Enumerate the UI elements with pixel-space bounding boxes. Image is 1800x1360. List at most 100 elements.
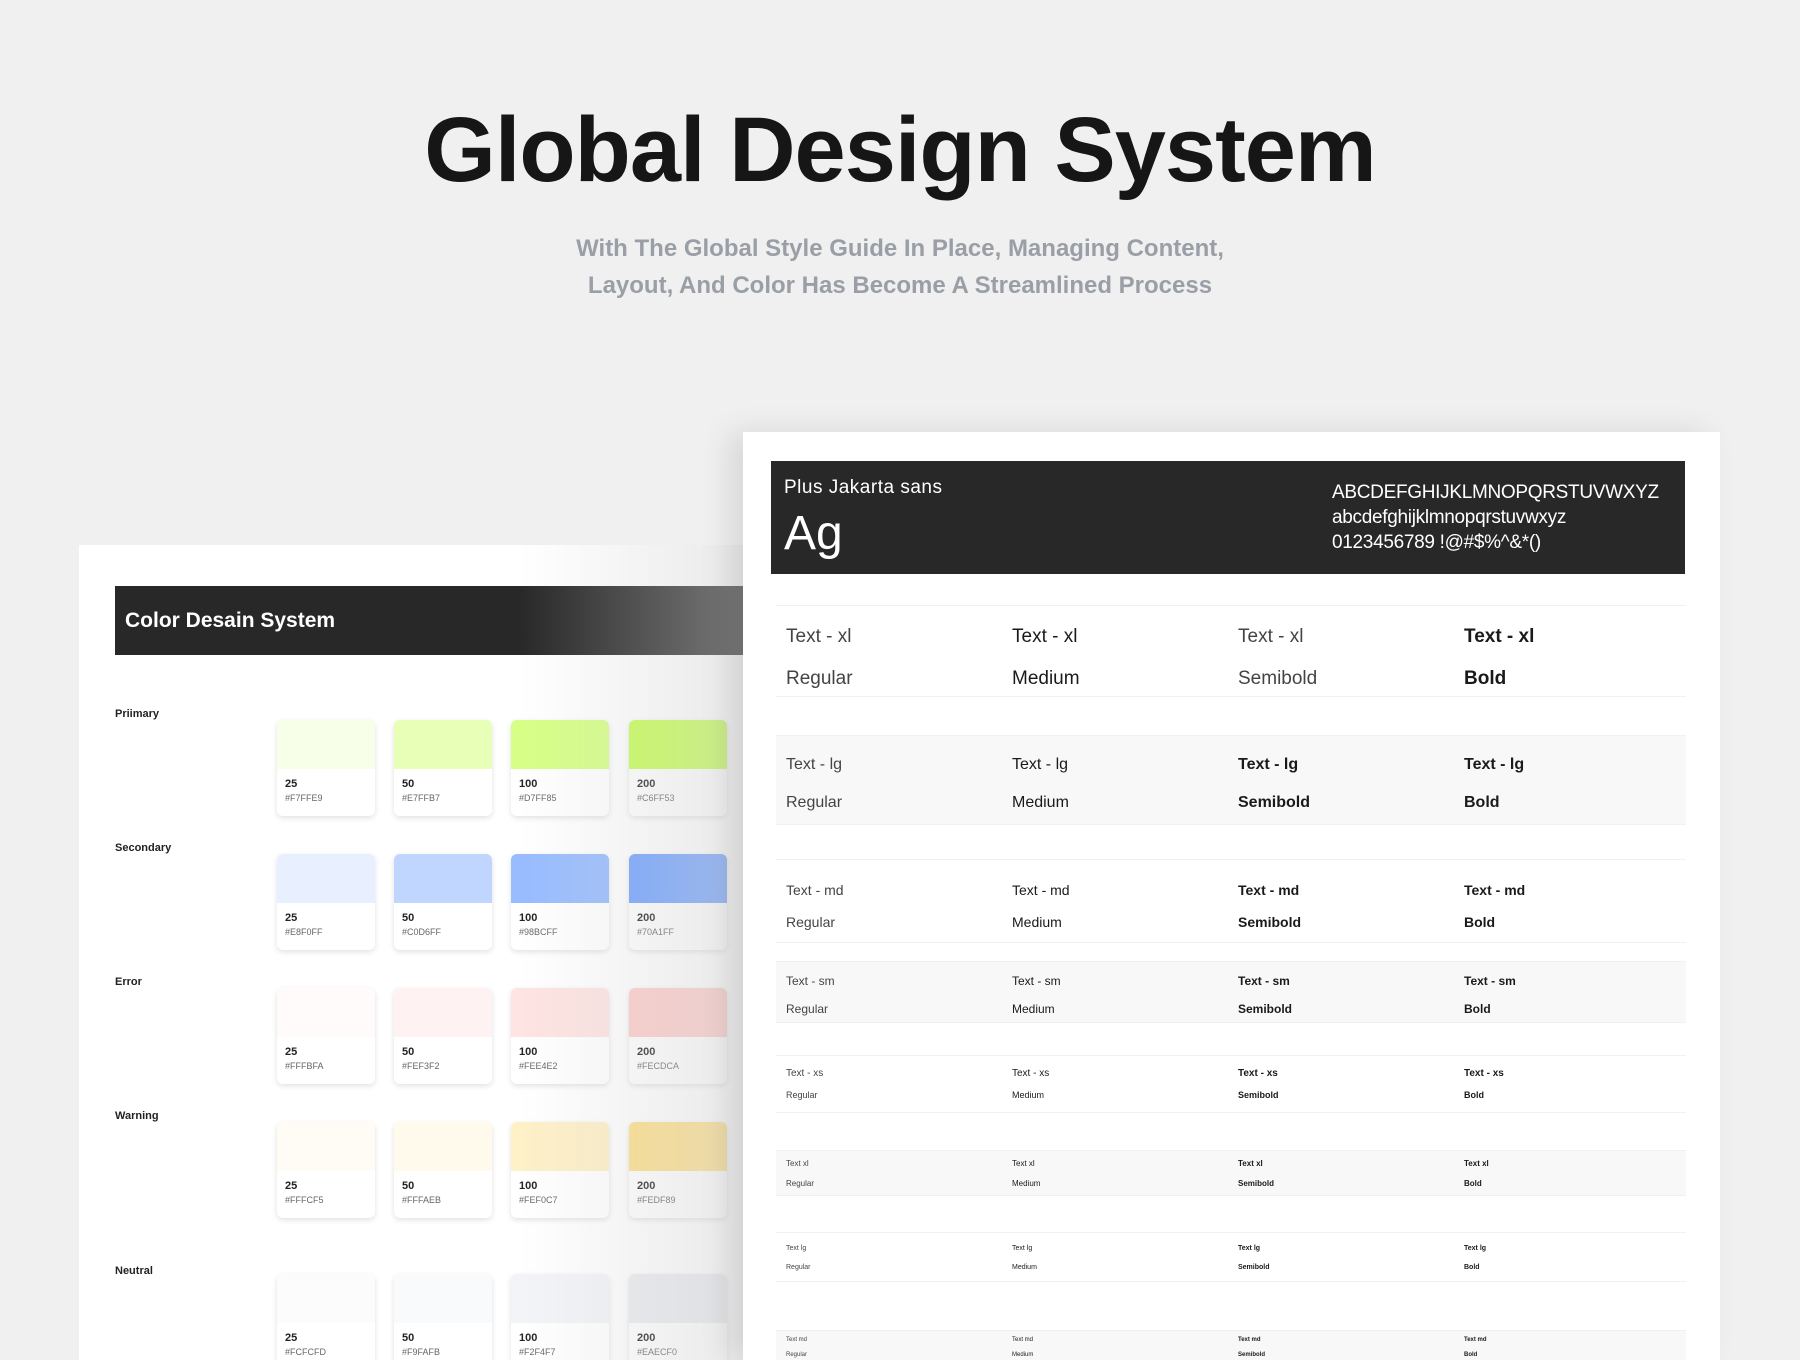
type-scale-label: Text md	[1012, 1337, 1034, 1343]
type-scale-weight: Regular	[786, 1090, 818, 1100]
color-swatch-number: 25	[285, 1046, 298, 1058]
font-header: Plus Jakarta sans Ag ABCDEFGHIJKLMNOPQRS…	[771, 461, 1685, 574]
color-swatch[interactable]: 100 #98BCFF	[511, 854, 609, 950]
color-swatch-hex: #F9FAFB	[402, 1347, 441, 1357]
color-swatch[interactable]: 50 #FFFAEB	[394, 1122, 492, 1218]
color-swatch[interactable]: 200 #70A1FF	[629, 854, 727, 950]
type-scale-weight: Bold	[1464, 914, 1496, 930]
type-scale-weight: Medium	[1012, 914, 1062, 930]
type-scale-row: Text - xs Regular Text - xs Medium Text - xs…	[776, 1055, 1686, 1113]
type-scale-weight: Medium	[1012, 1352, 1034, 1358]
type-scale-weight: Semibold	[1238, 668, 1318, 689]
type-scale-label: Text lg	[1012, 1245, 1033, 1252]
color-swatch-chip	[277, 1274, 375, 1323]
color-swatch-chip	[511, 988, 609, 1037]
color-swatch-hex: #EAECF0	[637, 1347, 678, 1357]
type-scale-label: Text md	[1464, 1337, 1487, 1343]
type-scale-label: Text xl	[1012, 1159, 1035, 1168]
color-swatch[interactable]: 50 #FEF3F2	[394, 988, 492, 1084]
hero-subtitle-line-2: Layout, And Color Has Become A Streamlin…	[587, 272, 1213, 299]
color-swatch-hex: #FEF0C7	[519, 1195, 558, 1205]
hero-title: Global Design System	[424, 99, 1376, 201]
type-scale-label: Text xl	[1464, 1159, 1489, 1168]
color-swatch-chip	[277, 1122, 375, 1171]
color-swatch-hex: #FEDF89	[637, 1195, 676, 1205]
type-scale-label: Text - md	[1464, 882, 1526, 898]
color-swatch-chip	[511, 1122, 609, 1171]
color-swatch[interactable]: 50 #C0D6FF	[394, 854, 492, 950]
color-swatch-chip	[277, 720, 375, 769]
type-scale-row: Text lg Regular Text lg Medium Text lg Semibo…	[776, 1232, 1686, 1282]
color-swatch-number: 200	[637, 1046, 656, 1058]
type-scale-label: Text - lg	[1238, 756, 1299, 773]
type-scale-row: Text - lg Regular Text - lg Medium Text - lg…	[776, 735, 1686, 825]
color-swatch-number: 200	[637, 1180, 656, 1192]
color-swatch[interactable]: 200 #EAECF0	[629, 1274, 727, 1360]
type-scale-label: Text md	[1238, 1337, 1261, 1343]
type-scale-weight: Medium	[1012, 1090, 1045, 1100]
color-swatch[interactable]: 25 #F7FFE9	[277, 720, 375, 816]
color-swatch-chip	[394, 854, 492, 903]
font-name: Plus Jakarta sans	[784, 477, 943, 498]
color-swatch-number: 25	[285, 778, 298, 790]
color-swatch[interactable]: 100 #D7FF85	[511, 720, 609, 816]
color-group-label: Neutral	[115, 1265, 153, 1277]
color-swatch-chip	[629, 1122, 727, 1171]
type-scale-weight: Semibold	[1238, 1179, 1275, 1188]
color-swatch-chip	[629, 1274, 727, 1323]
color-swatch-chip	[394, 988, 492, 1037]
color-swatch-hex: #D7FF85	[519, 793, 557, 803]
font-charset-lowercase: abcdefghijklmnopqrstuvwxyz	[1332, 507, 1567, 528]
color-swatch[interactable]: 25 #E8F0FF	[277, 854, 375, 950]
type-scale-label: Text - xs	[1238, 1068, 1278, 1079]
color-swatch-hex: #E7FFB7	[402, 793, 441, 803]
type-scale-weight: Semibold	[1238, 1352, 1266, 1358]
color-swatch[interactable]: 100 #FEF0C7	[511, 1122, 609, 1218]
color-group-label: Warning	[115, 1110, 159, 1122]
type-scale-row: Text - md Regular Text - md Medium Text - md…	[776, 859, 1686, 943]
color-swatch-hex: #FECDCA	[637, 1061, 680, 1071]
type-scale-weight: Regular	[786, 1264, 811, 1271]
color-swatch-chip	[394, 720, 492, 769]
type-scale-weight: Semibold	[1238, 1002, 1293, 1016]
color-swatch-number: 50	[402, 1332, 415, 1344]
type-scale-label: Text xl	[1238, 1159, 1263, 1168]
color-swatch-chip	[277, 988, 375, 1037]
color-swatch-number: 25	[285, 912, 298, 924]
type-scale-label: Text - xl	[1464, 626, 1535, 647]
color-swatch-number: 100	[519, 1332, 538, 1344]
hero-subtitle-line-1: With The Global Style Guide In Place, Ma…	[576, 235, 1224, 262]
color-swatch[interactable]: 200 #FECDCA	[629, 988, 727, 1084]
color-swatch-number: 200	[637, 912, 656, 924]
hero-subtitle: With The Global Style Guide In Place, Ma…	[0, 230, 1800, 304]
color-swatch[interactable]: 25 #FFFBFA	[277, 988, 375, 1084]
type-scale-weight: Medium	[1012, 794, 1069, 811]
panel-fade-overlay	[519, 545, 779, 1360]
color-swatch[interactable]: 50 #F9FAFB	[394, 1274, 492, 1360]
type-scale-weight: Bold	[1464, 1352, 1478, 1358]
type-scale-row: Text - xl Regular Text - xl Medium Text - xl…	[776, 605, 1686, 697]
color-swatch-chip	[629, 988, 727, 1037]
color-swatch-number: 50	[402, 1046, 415, 1058]
color-swatch-hex: #FFFAEB	[402, 1195, 442, 1205]
color-swatch-number: 200	[637, 778, 656, 790]
color-swatch[interactable]: 100 #F2F4F7	[511, 1274, 609, 1360]
color-swatch-hex: #70A1FF	[637, 927, 675, 937]
color-swatch[interactable]: 100 #FEE4E2	[511, 988, 609, 1084]
color-swatch-number: 50	[402, 912, 415, 924]
type-scale-weight: Bold	[1464, 794, 1500, 811]
color-swatch-number: 100	[519, 1046, 538, 1058]
type-scale-label: Text - lg	[1464, 756, 1525, 773]
color-swatch[interactable]: 25 #FCFCFD	[277, 1274, 375, 1360]
color-swatch[interactable]: 200 #FEDF89	[629, 1122, 727, 1218]
color-swatch[interactable]: 50 #E7FFB7	[394, 720, 492, 816]
color-swatch[interactable]: 25 #FFFCF5	[277, 1122, 375, 1218]
type-scale-label: Text - sm	[1464, 974, 1516, 988]
color-swatch-hex: #E8F0FF	[285, 927, 323, 937]
type-scale-weight: Regular	[786, 1002, 829, 1016]
color-swatch-chip	[629, 854, 727, 903]
color-group-label: Secondary	[115, 842, 172, 854]
type-scale-label: Text - md	[1238, 882, 1300, 898]
type-scale-label: Text - lg	[1012, 756, 1069, 773]
color-swatch[interactable]: 200 #C6FF53	[629, 720, 727, 816]
